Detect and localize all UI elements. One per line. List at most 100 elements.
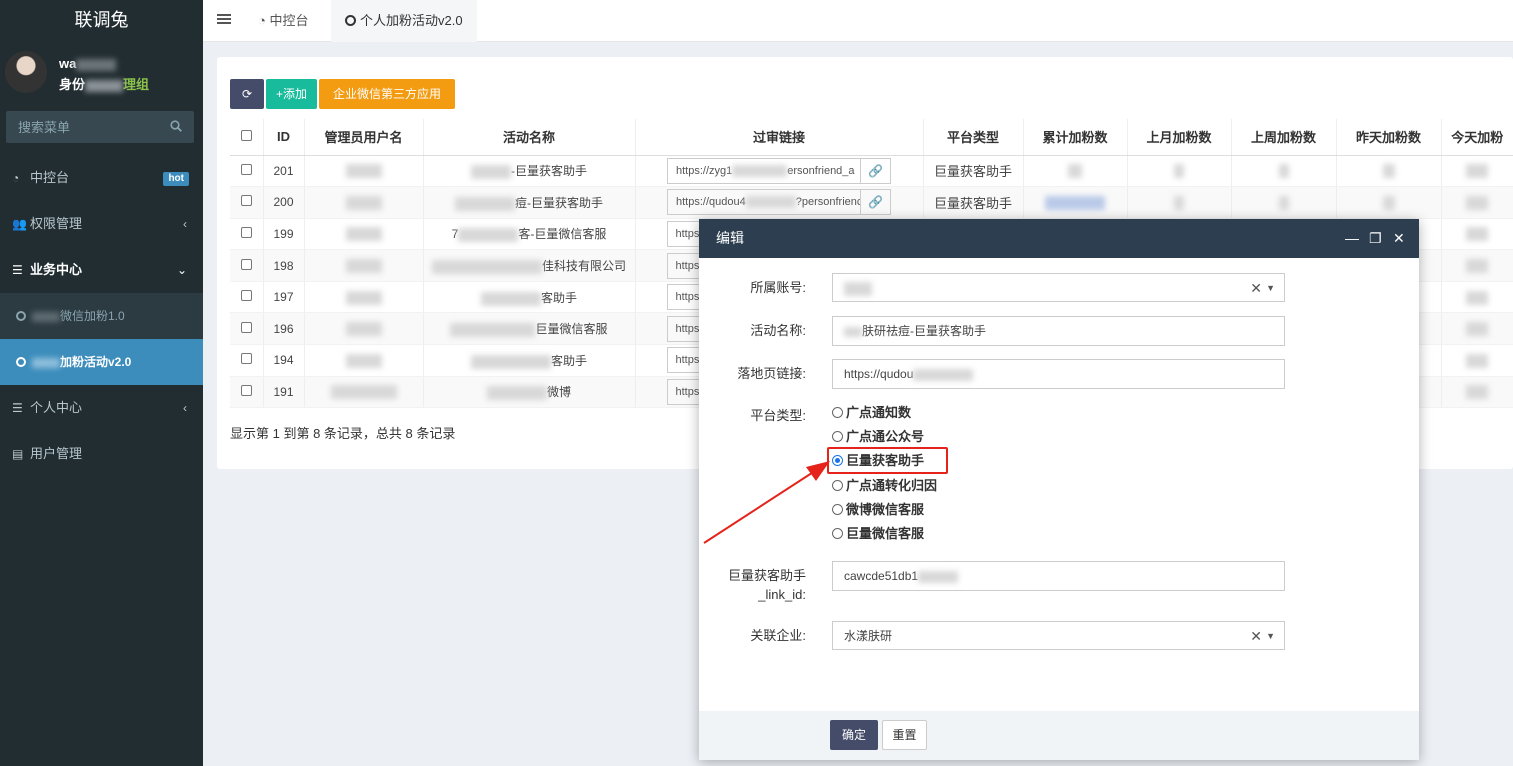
sidebar-subitem-wechat-fans[interactable]: 微信加粉1.0: [0, 293, 203, 339]
activity-label: 活动名称:: [750, 323, 806, 338]
account-select[interactable]: ✕ ▼: [832, 273, 1285, 302]
tab-dashboard[interactable]: ◔ 中控台: [258, 0, 308, 42]
users-icon: 👥: [12, 217, 27, 231]
activity-input[interactable]: 肤研祛痘-巨量获客助手: [832, 316, 1285, 346]
row-name: 巨量微信客服: [423, 312, 636, 346]
col-platform[interactable]: 平台类型: [923, 119, 1024, 156]
circle-icon: [16, 357, 26, 367]
col-today[interactable]: 今天加粉: [1441, 119, 1513, 156]
chevron-left-icon: ‹: [183, 217, 187, 231]
row-checkbox[interactable]: [240, 384, 252, 396]
admin-redacted: [345, 195, 382, 210]
row-id: 201: [263, 155, 305, 188]
menu-search[interactable]: [6, 111, 194, 143]
top-bar: ◔ 中控台 个人加粉活动v2.0: [203, 0, 1513, 42]
chevron-left-icon: ‹: [183, 401, 187, 415]
link-field[interactable]: https://qudou4 ?personfrienc: [667, 189, 861, 216]
radio-gdt-official[interactable]: 广点通公众号: [832, 425, 937, 449]
link-icon[interactable]: 🔗: [861, 157, 891, 184]
radio-juliang-service[interactable]: 巨量微信客服: [832, 522, 937, 546]
col-total[interactable]: 累计加粉数: [1023, 119, 1128, 156]
col-last-month[interactable]: 上月加粉数: [1127, 119, 1232, 156]
account-label: 所属账号:: [750, 280, 806, 295]
landing-input[interactable]: https://qudou: [832, 359, 1285, 389]
col-name[interactable]: 活动名称: [423, 119, 636, 156]
clear-icon[interactable]: ✕: [1250, 274, 1262, 302]
company-select[interactable]: 水漾肤研 ✕ ▼: [832, 621, 1285, 650]
table-toolbar: ⟳ +添加 企业微信第三方应用: [230, 79, 457, 109]
row-id: 199: [263, 218, 305, 251]
col-yesterday[interactable]: 昨天加粉数: [1336, 119, 1442, 156]
app-logo: 联调兔: [74, 10, 129, 30]
business-submenu: 微信加粉1.0 加粉活动v2.0: [0, 293, 203, 385]
user-name: wa: [59, 56, 117, 71]
sidebar-subitem-fans-activity[interactable]: 加粉活动v2.0: [0, 339, 203, 385]
row-platform: 巨量获客助手: [923, 155, 1024, 188]
row-id: 191: [263, 376, 305, 409]
sidebar-item-permissions[interactable]: 👥 权限管理 ‹: [0, 201, 203, 247]
landing-label: 落地页链接:: [737, 366, 806, 381]
table-row[interactable]: 201 -巨量获客助手 https://zyg1 ersonfriend_a 🔗 巨…: [230, 155, 1513, 188]
sidebar: 联调兔 wa 身份理组 ◔中控台 hot 👥权限管理 ‹ ☰业务中心 ⌄ 微信加…: [0, 0, 203, 766]
confirm-button[interactable]: 确定: [830, 720, 878, 750]
col-link[interactable]: 过审链接: [635, 119, 924, 156]
select-all-header[interactable]: [230, 119, 264, 156]
select-all-checkbox[interactable]: [240, 130, 252, 142]
radio-gdt-notify[interactable]: 广点通知数: [832, 401, 937, 425]
caret-down-icon[interactable]: ▼: [1266, 274, 1275, 302]
modal-header: 编辑 — ❐ ✕: [699, 219, 1419, 258]
modal-footer: 确定 重置: [699, 711, 1419, 760]
search-icon[interactable]: [170, 120, 182, 132]
sidebar-item-dashboard[interactable]: ◔ 中控台 hot: [0, 155, 203, 201]
col-last-week[interactable]: 上周加粉数: [1231, 119, 1337, 156]
add-button[interactable]: +添加: [266, 79, 318, 109]
row-name: 客助手: [423, 344, 636, 377]
row-checkbox[interactable]: [240, 321, 252, 333]
reset-button[interactable]: 重置: [882, 720, 927, 750]
row-checkbox[interactable]: [240, 226, 252, 238]
row-checkbox[interactable]: [240, 163, 252, 175]
chevron-down-icon: ⌄: [176, 263, 187, 277]
clear-icon[interactable]: ✕: [1250, 622, 1262, 650]
row-checkbox[interactable]: [240, 258, 252, 270]
highlight-box: [827, 447, 948, 474]
dashboard-icon: ◔: [258, 13, 270, 28]
user-role: 身份 理组: [59, 77, 150, 92]
circle-icon: [16, 311, 26, 321]
sidebar-item-business[interactable]: ☰ 业务中心 ⌄: [0, 247, 203, 293]
link-icon[interactable]: 🔗: [861, 189, 891, 216]
row-checkbox[interactable]: [240, 353, 252, 365]
row-checkbox[interactable]: [240, 290, 252, 302]
menu-search-input[interactable]: [6, 111, 156, 143]
radio-weibo-service[interactable]: 微博微信客服: [832, 498, 937, 522]
platform-label: 平台类型:: [750, 408, 806, 423]
col-id[interactable]: ID: [263, 119, 305, 156]
row-name: -巨量获客助手: [423, 155, 636, 188]
company-label: 关联企业:: [750, 628, 806, 643]
refresh-button[interactable]: ⟳: [230, 79, 264, 109]
maximize-icon[interactable]: ❐: [1369, 219, 1382, 258]
row-id: 196: [263, 312, 305, 346]
avatar: [5, 51, 47, 93]
row-id: 198: [263, 249, 305, 282]
link-field[interactable]: https://zyg1 ersonfriend_a: [667, 157, 861, 184]
tab-fans-activity[interactable]: 个人加粉活动v2.0: [331, 0, 477, 42]
sidebar-item-personal[interactable]: ☰ 个人中心 ‹: [0, 385, 203, 431]
wechat-third-party-button[interactable]: 企业微信第三方应用: [319, 79, 456, 109]
col-admin[interactable]: 管理员用户名: [304, 119, 424, 156]
row-checkbox[interactable]: [240, 195, 252, 207]
table-row[interactable]: 200 痘-巨量获客助手 https://qudou4 ?personfrienc…: [230, 186, 1513, 219]
sidebar-item-users[interactable]: ▤ 用户管理: [0, 431, 203, 477]
radio-gdt-attribution[interactable]: 广点通转化归因: [832, 474, 937, 498]
circle-icon: [345, 15, 356, 26]
modal-title: 编辑: [716, 230, 744, 246]
close-icon[interactable]: ✕: [1393, 219, 1405, 258]
row-name: 微博: [423, 376, 636, 409]
caret-down-icon[interactable]: ▼: [1266, 622, 1275, 650]
list-icon: ☰: [12, 401, 23, 415]
hamburger-icon[interactable]: [217, 12, 231, 26]
row-id: 200: [263, 186, 305, 219]
list-icon: ☰: [12, 263, 23, 277]
minimize-icon[interactable]: —: [1345, 219, 1359, 258]
link-id-input[interactable]: cawcde51db1: [832, 561, 1285, 591]
